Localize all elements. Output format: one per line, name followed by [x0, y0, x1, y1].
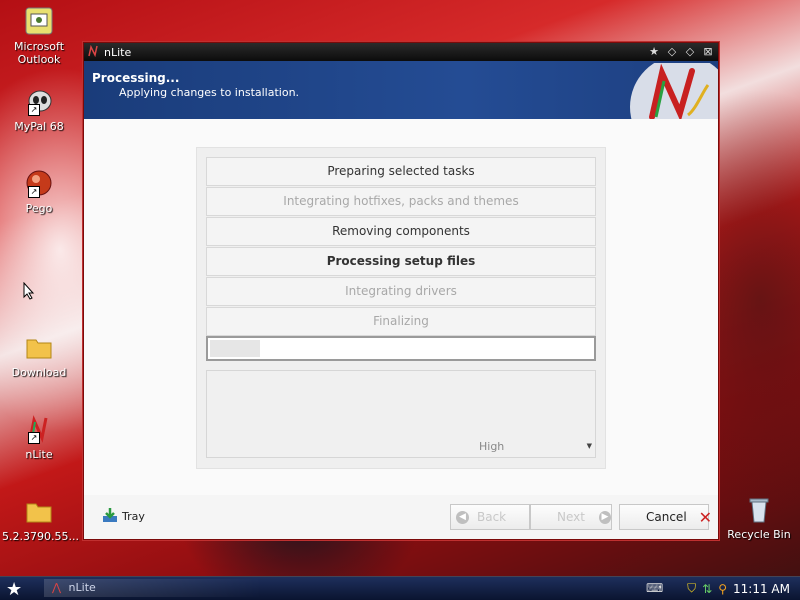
task-item: Preparing selected tasks — [206, 157, 596, 186]
wizard-footer: Tray ◀ Back Next ▶ Cancel ✕ — [84, 495, 718, 539]
tray-download-icon — [102, 507, 118, 526]
minimize-button[interactable]: ◇ — [664, 44, 680, 60]
desktop-icon-nlite[interactable]: ↗ nLite — [2, 414, 76, 461]
network-icon[interactable]: ⇅ — [702, 582, 712, 596]
nlite-icon: ↗ — [24, 414, 54, 444]
task-item-active: Processing setup files — [206, 247, 596, 276]
shortcut-arrow-icon: ↗ — [28, 104, 40, 116]
wizard-header: Processing... Applying changes to instal… — [84, 61, 718, 121]
wizard-content: Preparing selected tasks Integrating hot… — [84, 119, 718, 495]
nlite-icon — [88, 44, 100, 60]
recycle-bin-icon — [744, 494, 774, 524]
clock[interactable]: 11:11 AM — [733, 582, 790, 596]
priority-select[interactable]: High — [479, 440, 504, 453]
arrow-right-icon: ▶ — [598, 510, 611, 524]
shortcut-arrow-icon: ↗ — [28, 432, 40, 444]
nlite-icon: ⋀ — [52, 581, 62, 594]
shield-icon[interactable]: ⛉ — [687, 581, 696, 596]
page-title: Processing... — [92, 71, 180, 85]
close-button[interactable]: ⊠ — [700, 44, 716, 60]
desktop-icon-label: MyPal 68 — [14, 120, 64, 133]
task-list: Preparing selected tasks Integrating hot… — [206, 157, 596, 337]
task-item: Integrating hotfixes, packs and themes — [206, 187, 596, 216]
desktop-icon-label: Recycle Bin — [727, 528, 791, 541]
taskbar-item-label: nLite — [68, 581, 96, 594]
task-item: Integrating drivers — [206, 277, 596, 306]
desktop-icon-folder-5[interactable]: 5.2.3790.55... — [2, 496, 79, 543]
desktop-icon-label: Download — [11, 366, 67, 379]
cancel-button-label: Cancel — [646, 510, 687, 524]
desktop-icon-outlook[interactable]: Microsoft Outlook — [2, 6, 76, 66]
mouse-cursor-icon — [23, 281, 35, 303]
taskbar: ★ ⋀ nLite ⌨ ⛉ ⇅ ⚲ 11:11 AM — [0, 576, 800, 600]
window-title: nLite — [104, 45, 132, 59]
nlite-logo-icon — [622, 63, 718, 121]
pego-icon: ↗ — [24, 168, 54, 198]
progress-bar — [206, 336, 596, 361]
desktop-icon-pego[interactable]: ↗ Pego — [2, 168, 76, 215]
arrow-left-icon: ◀ — [456, 510, 469, 524]
task-item: Removing components — [206, 217, 596, 246]
desktop-icon-label: 5.2.3790.55... — [2, 530, 79, 543]
desktop-icon-recycle-bin[interactable]: Recycle Bin — [722, 494, 796, 541]
desktop-icon-label: nLite — [25, 448, 53, 461]
star-icon[interactable]: ★ — [646, 44, 662, 60]
cancel-button[interactable]: Cancel ✕ — [619, 504, 713, 530]
search-icon[interactable]: ⚲ — [718, 582, 727, 596]
shortcut-arrow-icon: ↗ — [28, 186, 40, 198]
next-button-label: Next — [557, 510, 585, 524]
task-item: Finalizing — [206, 307, 596, 336]
progress-bar-fill — [210, 340, 260, 357]
tray-button-label: Tray — [122, 510, 145, 523]
outlook-icon — [24, 6, 54, 36]
taskbar-item-nlite[interactable]: ⋀ nLite — [44, 579, 262, 597]
back-button-label: Back — [477, 510, 507, 524]
page-subtitle: Applying changes to installation. — [119, 86, 300, 99]
folder-icon — [24, 496, 54, 526]
system-tray: ⛉ ⇅ ⚲ 11:11 AM — [640, 577, 800, 600]
processing-panel: Preparing selected tasks Integrating hot… — [196, 147, 606, 469]
desktop-icon-download[interactable]: Download — [2, 332, 76, 379]
nlite-window: nLite ★ ◇ ◇ ⊠ Processing... Applying cha… — [83, 42, 719, 540]
start-button[interactable]: ★ — [6, 579, 22, 600]
mypal-icon: ↗ — [24, 86, 54, 116]
log-area: High ▼ — [206, 370, 596, 458]
folder-icon — [24, 332, 54, 362]
close-icon: ✕ — [698, 507, 713, 527]
maximize-button[interactable]: ◇ — [682, 44, 698, 60]
tray-button[interactable]: Tray — [102, 507, 145, 526]
desktop-icon-label: Pego — [25, 202, 53, 215]
back-button[interactable]: ◀ Back — [450, 504, 530, 530]
next-button[interactable]: Next ▶ — [530, 504, 612, 530]
desktop-icon-mypal[interactable]: ↗ MyPal 68 — [2, 86, 76, 133]
chevron-down-icon[interactable]: ▼ — [587, 442, 592, 450]
window-titlebar[interactable]: nLite ★ ◇ ◇ ⊠ — [84, 43, 718, 61]
desktop-icon-label: Microsoft Outlook — [13, 40, 65, 66]
